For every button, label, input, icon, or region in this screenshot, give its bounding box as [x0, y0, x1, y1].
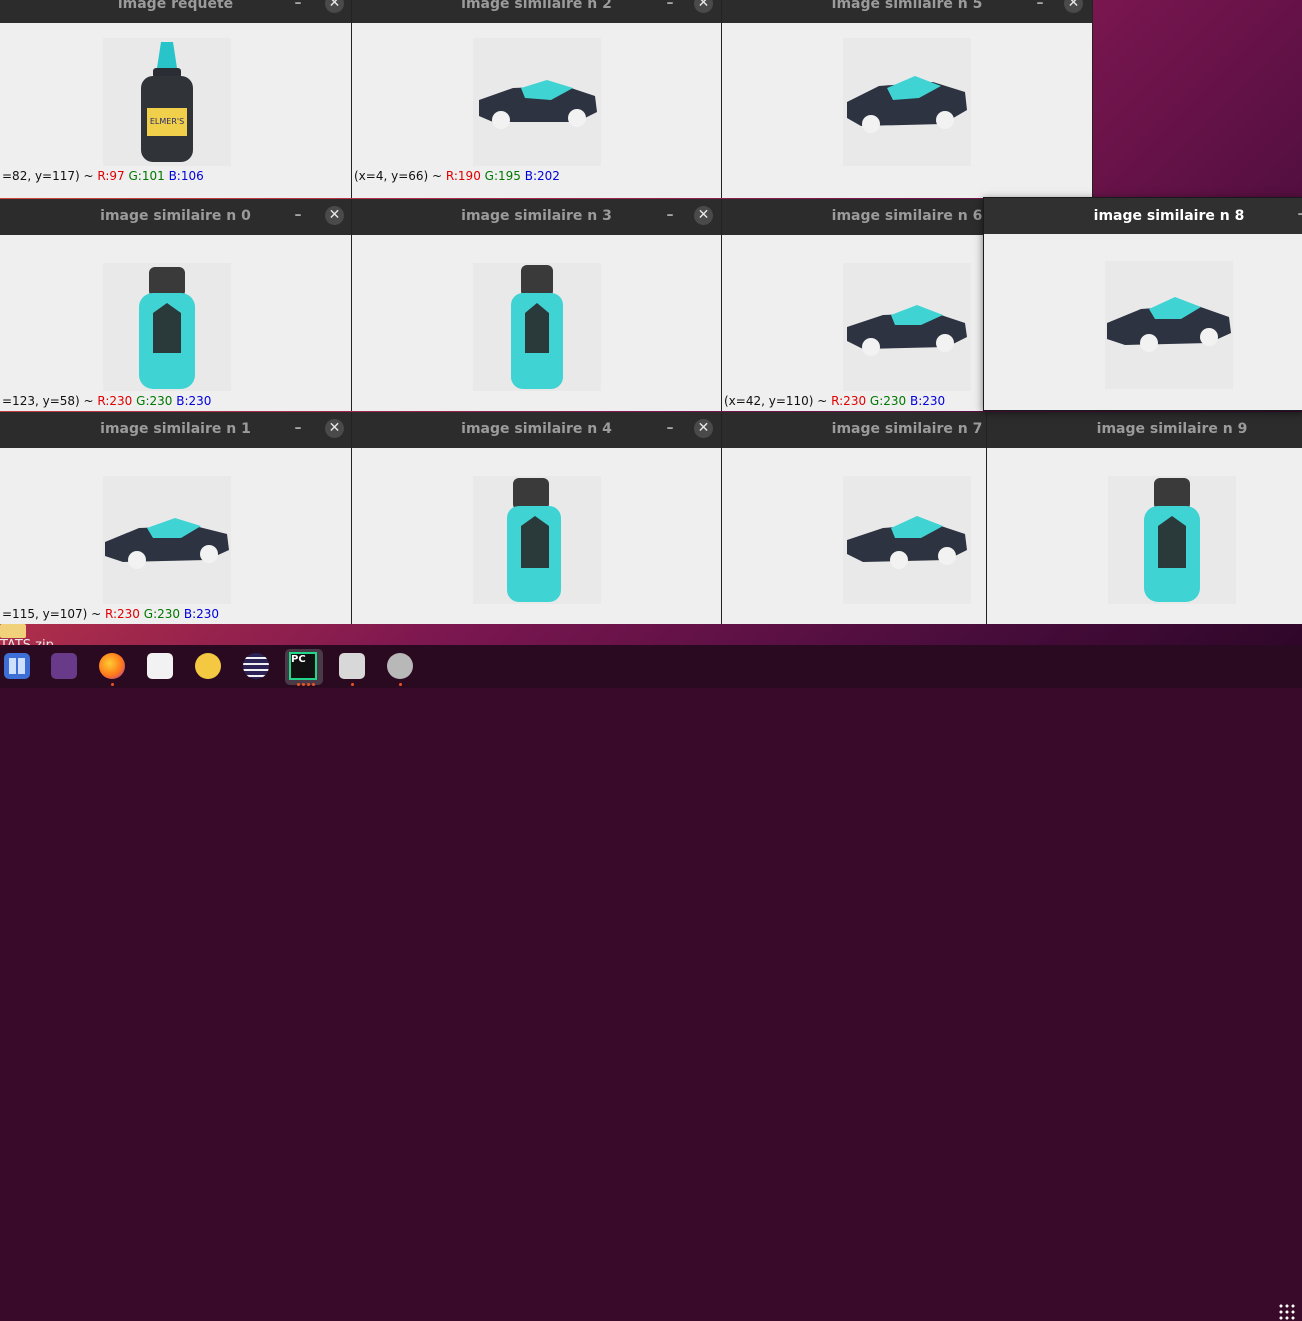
image-canvas[interactable] [984, 234, 1302, 410]
svg-text:ELMER'S: ELMER'S [150, 117, 184, 126]
window-image-similaire-n-9[interactable]: image similaire n 9 [987, 412, 1302, 624]
running-indicator [312, 683, 315, 686]
window-title: image similaire n 8 [1093, 208, 1245, 224]
titlebar[interactable]: image similaire n 5 – ✕ [722, 0, 1092, 23]
close-button[interactable]: ✕ [694, 206, 713, 225]
minimize-button[interactable]: – [1294, 206, 1302, 224]
titlebar[interactable]: image requete – ✕ [0, 0, 351, 23]
toy-car-image [103, 476, 231, 604]
ink-bottle-image [1108, 476, 1236, 604]
window-image-similaire-n-8[interactable]: image similaire n 8 – [983, 197, 1302, 411]
titlebar[interactable]: image similaire n 0 – ✕ [0, 199, 351, 235]
firefox-icon[interactable] [99, 653, 125, 679]
titlebar[interactable]: image similaire n 3 – ✕ [352, 199, 721, 235]
pixel-status-bar: (x=4, y=66) ~ R:190 G:195 B:202 [354, 169, 560, 183]
window-image-similaire-n-2[interactable]: image similaire n 2 – ✕ (x=4, y=66) ~ R:… [352, 0, 722, 198]
titlebar[interactable]: image similaire n 4 – ✕ [352, 412, 721, 448]
toy-car-image [843, 263, 971, 391]
toy-car-image [1105, 261, 1233, 389]
running-indicator [297, 683, 300, 686]
close-button[interactable]: ✕ [325, 419, 344, 438]
window-image-similaire-n-3[interactable]: image similaire n 3 – ✕ [352, 199, 722, 411]
image-canvas[interactable]: (x=4, y=66) ~ R:190 G:195 B:202 [352, 23, 721, 198]
glue-bottle-image: ELMER'S [103, 38, 231, 166]
toy-car-image [473, 38, 601, 166]
running-indicator [302, 683, 305, 686]
pixel-status-bar: =82, y=117) ~ R:97 G:101 B:106 [2, 169, 204, 183]
minimize-button[interactable]: – [663, 207, 677, 225]
titlebar[interactable]: image similaire n 7 [722, 412, 986, 448]
minimize-button[interactable]: – [663, 420, 677, 438]
ink-bottle-image [103, 263, 231, 391]
window-image-similaire-n-1[interactable]: image similaire n 1 – ✕ =115, y=107) ~ R… [0, 412, 352, 624]
titlebar[interactable]: image similaire n 1 – ✕ [0, 412, 351, 448]
close-button[interactable]: ✕ [694, 419, 713, 438]
running-indicator [351, 683, 354, 686]
image-canvas[interactable] [722, 448, 986, 624]
ink-bottle-image [473, 476, 601, 604]
image-canvas[interactable] [352, 235, 721, 411]
window-image-similaire-n-7[interactable]: image similaire n 7 [722, 412, 987, 624]
window-image-similaire-n-5[interactable]: image similaire n 5 – ✕ [722, 0, 1093, 198]
toy-car-image [843, 38, 971, 166]
minimize-button[interactable]: – [663, 0, 677, 13]
image-canvas[interactable] [722, 23, 1092, 198]
zip-file-icon[interactable] [0, 624, 26, 638]
files-icon[interactable] [4, 653, 30, 679]
titlebar[interactable]: image similaire n 8 – [984, 198, 1302, 234]
screen-recorder-icon[interactable] [51, 653, 77, 679]
image-canvas[interactable] [352, 448, 721, 624]
titlebar[interactable]: image similaire n 2 – ✕ [352, 0, 721, 23]
pycharm-badge: PC [291, 654, 315, 678]
minimize-button[interactable]: – [1033, 0, 1047, 13]
taskbar: PC [0, 645, 1302, 1321]
toy-car-image [843, 476, 971, 604]
pixel-status-bar: =123, y=58) ~ R:230 G:230 B:230 [2, 394, 212, 408]
window-title: image similaire n 9 [1096, 421, 1248, 437]
ink-bottle-image [473, 263, 601, 391]
running-indicator [111, 683, 114, 686]
running-indicator [307, 683, 310, 686]
minimize-button[interactable]: – [291, 207, 305, 225]
image-canvas[interactable] [987, 448, 1302, 624]
disk-icon[interactable] [387, 653, 413, 679]
image-viewer-icon[interactable] [339, 653, 365, 679]
running-indicator [399, 683, 402, 686]
image-canvas[interactable]: =123, y=58) ~ R:230 G:230 B:230 [0, 235, 351, 411]
pixel-status-bar: =115, y=107) ~ R:230 G:230 B:230 [2, 607, 220, 621]
window-image-similaire-n-4[interactable]: image similaire n 4 – ✕ [352, 412, 722, 624]
text-editor-icon[interactable] [147, 653, 173, 679]
window-image-similaire-n-0[interactable]: image similaire n 0 – ✕ =123, y=58) ~ R:… [0, 199, 352, 411]
show-apps-icon[interactable] [1278, 1303, 1296, 1321]
minimize-button[interactable]: – [291, 420, 305, 438]
window-title: image similaire n 7 [831, 421, 983, 437]
teapot-icon[interactable] [195, 653, 221, 679]
minimize-button[interactable]: – [291, 0, 305, 13]
titlebar[interactable]: image similaire n 9 [987, 412, 1302, 448]
image-canvas[interactable]: ELMER'S =82, y=117) ~ R:97 G:101 B:106 [0, 23, 351, 198]
window-image-requete[interactable]: image requete – ✕ ELMER'S =82, y=117) ~ … [0, 0, 352, 198]
image-canvas[interactable]: =115, y=107) ~ R:230 G:230 B:230 [0, 448, 351, 624]
pixel-status-bar: (x=42, y=110) ~ R:230 G:230 B:230 [724, 394, 946, 408]
eclipse-icon[interactable] [243, 653, 269, 679]
pycharm-icon[interactable]: PC [285, 649, 323, 685]
close-button[interactable]: ✕ [325, 206, 344, 225]
